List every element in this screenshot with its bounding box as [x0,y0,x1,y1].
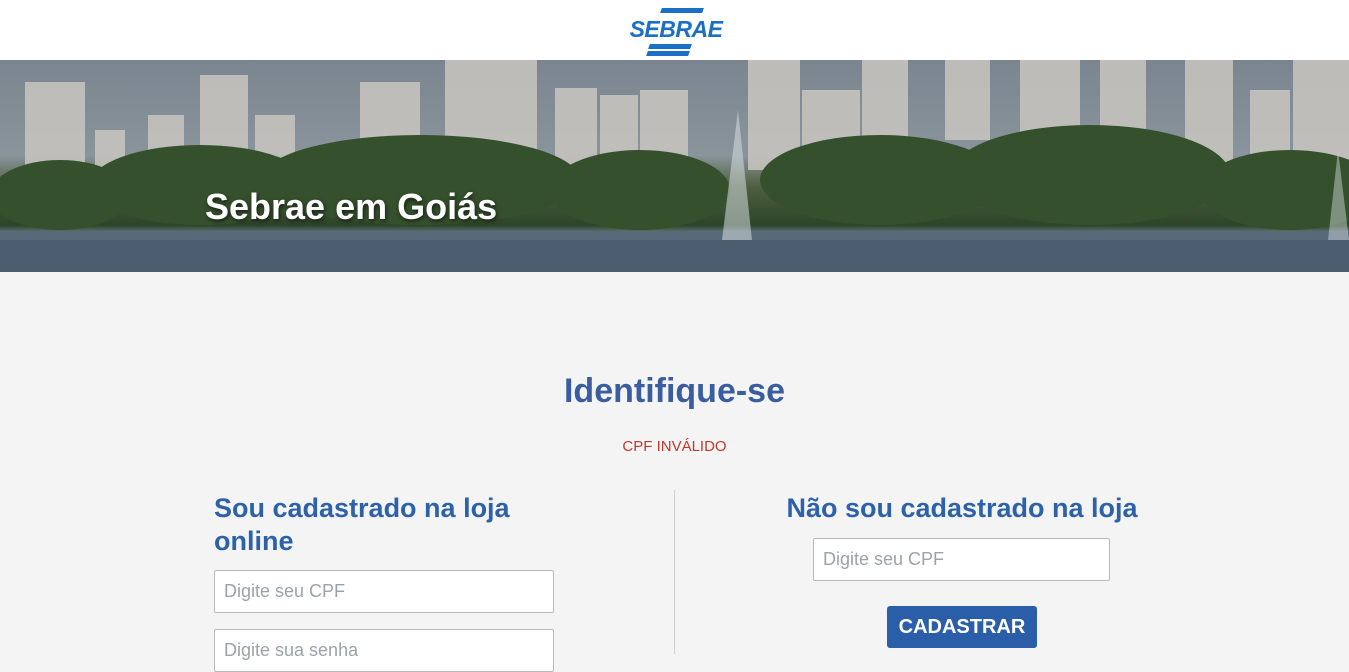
cpf-input-register[interactable] [813,538,1110,581]
registered-section-title: Sou cadastrado na loja online [214,493,510,556]
logo-stripe-icon [660,8,704,13]
logo-stripe-icon [646,51,690,56]
page-title: Identifique-se [563,372,786,410]
register-button[interactable]: CADASTRAR [887,606,1037,648]
sebrae-logo[interactable]: SEBRAE [627,8,725,58]
password-input[interactable] [214,629,554,672]
city-park-image [0,60,1349,272]
not-registered-section-title: Não sou cadastrado na loja [786,493,1138,523]
column-divider [674,490,675,654]
logo-stripe-icon [648,44,692,49]
cpf-input-login[interactable] [214,570,554,613]
hero-banner: Sebrae em Goiás [0,60,1349,272]
top-bar: SEBRAE [0,0,1349,60]
error-message: CPF INVÁLIDO [622,438,727,455]
banner-title: Sebrae em Goiás [205,186,498,227]
logo-text: SEBRAE [629,16,723,42]
